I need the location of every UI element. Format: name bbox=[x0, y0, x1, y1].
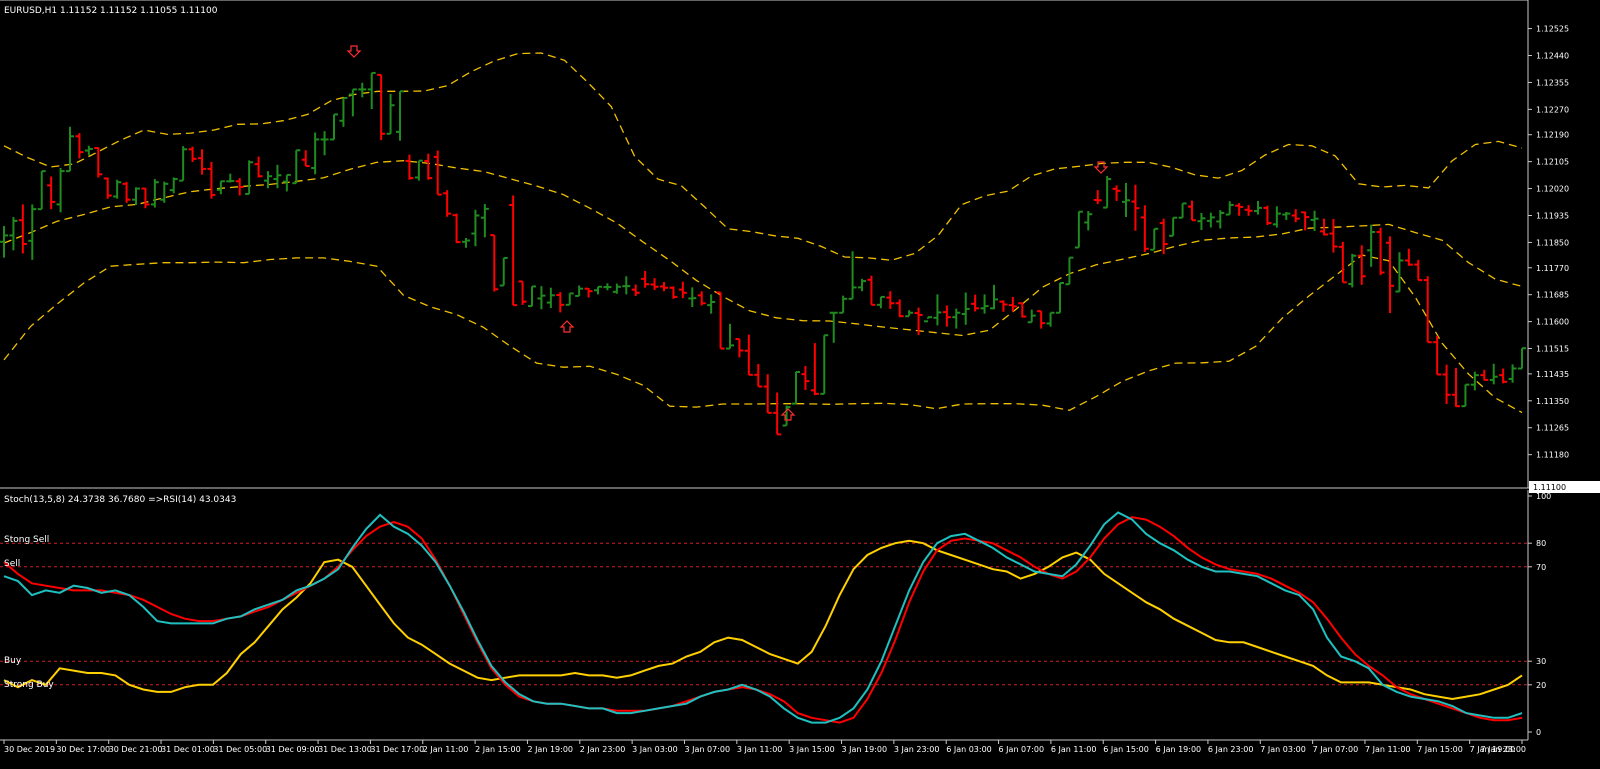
strong-sell-label: Stong Sell bbox=[4, 535, 49, 545]
time-axis-label: 31 Dec 17:00 bbox=[370, 745, 424, 754]
price-axis-label: 1.11935 bbox=[1536, 211, 1569, 220]
osc-axis-label: 70 bbox=[1536, 563, 1546, 572]
time-axis-label: 6 Jan 19:00 bbox=[1156, 745, 1202, 754]
strong-buy-label: Strong Buy bbox=[4, 680, 54, 690]
time-axis-label: 6 Jan 11:00 bbox=[1051, 745, 1097, 754]
time-axis-label: 7 Jan 03:00 bbox=[1260, 745, 1306, 754]
price-axis-label: 1.11850 bbox=[1536, 238, 1569, 247]
time-axis-label: 6 Jan 23:00 bbox=[1208, 745, 1254, 754]
time-axis-label: 31 Dec 01:00 bbox=[161, 745, 215, 754]
price-axis-label: 1.11180 bbox=[1536, 451, 1569, 460]
price-axis-label: 1.11265 bbox=[1536, 424, 1569, 433]
price-axis-label: 1.12270 bbox=[1536, 105, 1569, 114]
time-axis-label: 7 Jan 11:00 bbox=[1365, 745, 1411, 754]
osc-axis-label: 0 bbox=[1536, 728, 1541, 737]
time-axis-label: 7 Jan 23:00 bbox=[1480, 745, 1526, 754]
price-axis-label: 1.11435 bbox=[1536, 370, 1569, 379]
time-axis-label: 2 Jan 19:00 bbox=[527, 745, 573, 754]
price-axis-label: 1.11350 bbox=[1536, 397, 1569, 406]
time-axis-label: 30 Dec 17:00 bbox=[56, 745, 110, 754]
time-axis-label: 3 Jan 15:00 bbox=[789, 745, 835, 754]
price-axis-label: 1.12020 bbox=[1536, 185, 1569, 194]
buy-label: Buy bbox=[4, 656, 22, 666]
time-axis-label: 7 Jan 07:00 bbox=[1313, 745, 1359, 754]
price-axis-label: 1.11600 bbox=[1536, 318, 1569, 327]
price-axis-label: 1.12355 bbox=[1536, 78, 1569, 87]
oscillator-header: Stoch(13,5,8) 24.3738 36.7680 =>RSI(14) … bbox=[4, 495, 236, 505]
time-axis-label: 2 Jan 23:00 bbox=[580, 745, 626, 754]
time-axis-label: 30 Dec 21:00 bbox=[109, 745, 163, 754]
price-axis-label: 1.11770 bbox=[1536, 264, 1569, 273]
price-axis-label: 1.12525 bbox=[1536, 25, 1569, 34]
time-axis-label: 6 Jan 03:00 bbox=[946, 745, 992, 754]
time-axis-label: 2 Jan 11:00 bbox=[423, 745, 469, 754]
time-axis-label: 7 Jan 15:00 bbox=[1417, 745, 1463, 754]
time-axis-label: 3 Jan 19:00 bbox=[842, 745, 888, 754]
osc-axis-label: 100 bbox=[1536, 492, 1551, 501]
price-axis-label: 1.12105 bbox=[1536, 158, 1569, 167]
time-axis-label: 3 Jan 07:00 bbox=[684, 745, 730, 754]
time-axis-label: 3 Jan 11:00 bbox=[737, 745, 783, 754]
osc-axis-label: 20 bbox=[1536, 681, 1546, 690]
time-axis-label: 31 Dec 05:00 bbox=[213, 745, 267, 754]
time-axis-label: 3 Jan 23:00 bbox=[894, 745, 940, 754]
time-axis-label: 31 Dec 09:00 bbox=[266, 745, 320, 754]
price-axis-label: 1.12440 bbox=[1536, 52, 1569, 61]
osc-axis-label: 80 bbox=[1536, 539, 1546, 548]
time-axis-label: 31 Dec 13:00 bbox=[318, 745, 372, 754]
price-axis-label: 1.11515 bbox=[1536, 345, 1569, 354]
time-axis-label: 30 Dec 2019 bbox=[4, 745, 55, 754]
trading-chart: 1.12525 1.12440 1.12355 1.12270 1.12190 1.121… bbox=[0, 0, 1600, 769]
time-axis-label: 3 Jan 03:00 bbox=[632, 745, 678, 754]
price-axis-label: 1.12190 bbox=[1536, 131, 1569, 140]
price-axis-label: 1.11685 bbox=[1536, 291, 1569, 300]
time-axis-label: 6 Jan 07:00 bbox=[999, 745, 1045, 754]
current-price-label: 1.11100 bbox=[1533, 483, 1566, 492]
time-axis-label: 2 Jan 15:00 bbox=[475, 745, 521, 754]
chart-header: EURUSD,H1 1.11152 1.11152 1.11055 1.1110… bbox=[4, 6, 218, 16]
sell-label: Sell bbox=[4, 559, 20, 569]
time-axis-label: 6 Jan 15:00 bbox=[1103, 745, 1149, 754]
osc-axis-label: 30 bbox=[1536, 657, 1546, 666]
